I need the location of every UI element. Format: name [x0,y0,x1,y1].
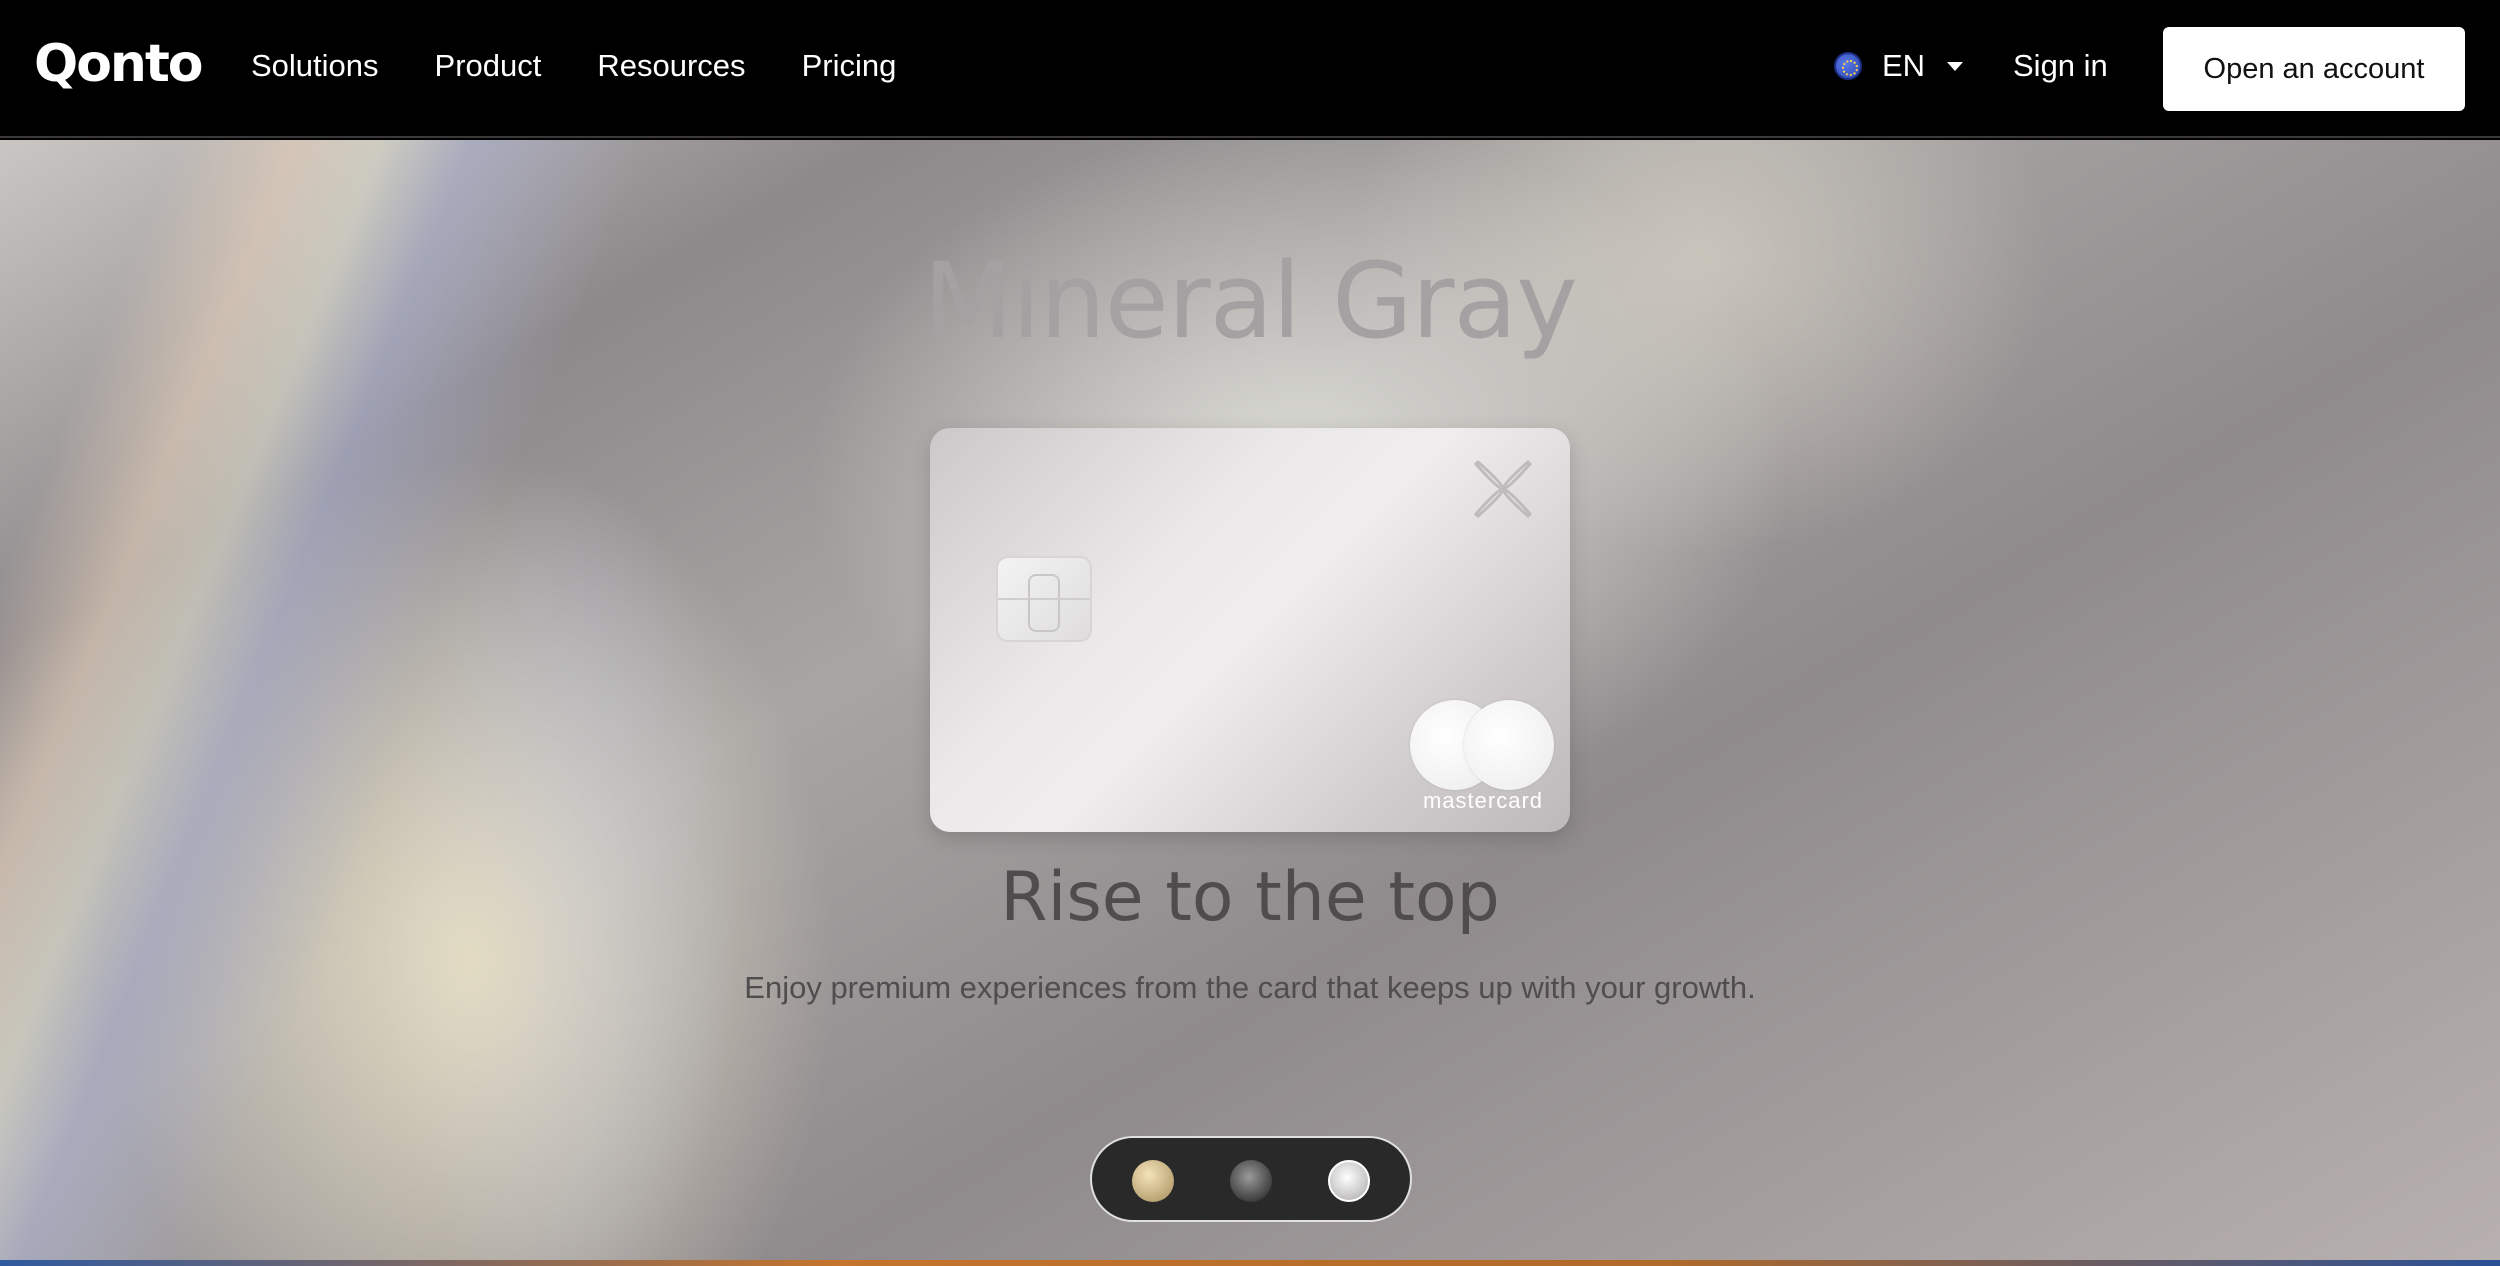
qonto-x-icon [1473,459,1533,519]
mastercard-logo: mastercard [1408,700,1558,813]
hero-section: Mineral Gray mastercard Rise to the top … [0,140,2500,1260]
sign-in-link[interactable]: Sign in [2013,48,2108,84]
card-name-title: Mineral Gray [923,240,1578,362]
bottom-edge-strip [0,1260,2500,1266]
gold-card-swatch[interactable] [1132,1160,1174,1202]
language-selector[interactable]: EN [1834,48,1964,84]
card-color-switcher [1090,1136,1412,1222]
eu-flag-icon [1834,52,1862,80]
card-chip-icon [996,556,1092,642]
hero-heading: Rise to the top [1000,858,1500,937]
chevron-down-icon [1947,61,1964,71]
mastercard-circle-right [1464,700,1554,790]
open-account-button[interactable]: Open an account [2163,27,2465,111]
nav-pricing[interactable]: Pricing [802,48,897,84]
card-image: mastercard [930,428,1570,832]
top-navbar: Qonto Solutions Product Resources Pricin… [0,0,2500,138]
black-card-swatch[interactable] [1230,1160,1272,1202]
mastercard-label: mastercard [1422,788,1544,813]
main-nav: Solutions Product Resources Pricing [251,48,896,84]
nav-resources[interactable]: Resources [597,48,745,84]
nav-solutions[interactable]: Solutions [251,48,379,84]
language-label: EN [1882,48,1926,83]
nav-product[interactable]: Product [435,48,542,84]
silver-card-swatch[interactable] [1328,1160,1370,1202]
hero-subtitle: Enjoy premium experiences from the card … [744,970,1756,1005]
qonto-logo[interactable]: Qonto [34,34,204,94]
